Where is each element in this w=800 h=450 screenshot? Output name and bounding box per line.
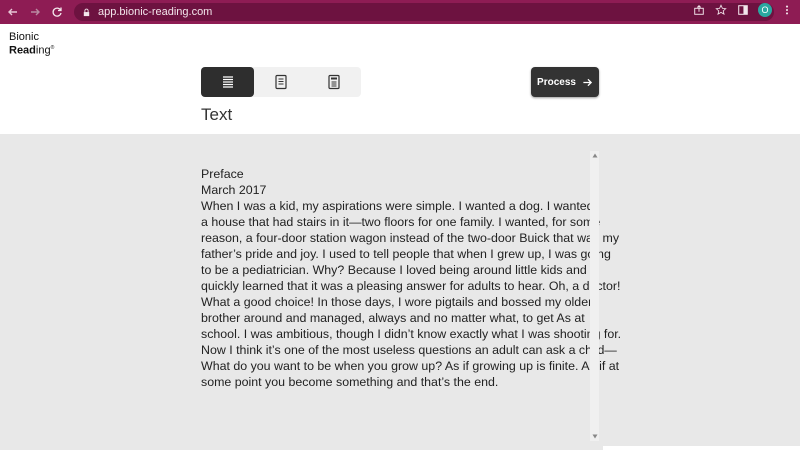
- caret-up-icon: [592, 153, 597, 158]
- file-view-icon: [327, 74, 340, 90]
- text-content[interactable]: Preface March 2017 When I was a kid, my as…: [201, 166, 622, 390]
- process-button[interactable]: Process: [531, 67, 599, 97]
- side-panel-icon[interactable]: [736, 3, 750, 17]
- document-view-icon: [274, 74, 287, 90]
- text-line: March 2017: [201, 183, 267, 197]
- scroll-up-arrow[interactable]: [590, 151, 599, 160]
- address-bar[interactable]: app.bionic-reading.com: [74, 3, 774, 21]
- logo-line-2: Reading®: [9, 43, 54, 57]
- text-line: brother around and managed, always and n…: [201, 311, 585, 325]
- logo-line-1: Bionic: [9, 31, 39, 43]
- back-button[interactable]: [4, 3, 22, 21]
- text-line: What do you want to be when you grow up?…: [201, 359, 620, 373]
- arrow-right-icon: [583, 78, 593, 86]
- registered-mark: ®: [50, 45, 55, 51]
- footer-strip: [603, 446, 800, 450]
- arrow-left-icon: [8, 8, 17, 16]
- profile-avatar[interactable]: O: [758, 3, 772, 17]
- view-mode-toggle: [201, 67, 361, 97]
- text-line: a house that had stairs in it—two floors…: [201, 215, 601, 229]
- text-line: father’s pride and joy. I used to tell p…: [201, 247, 611, 261]
- text-line: Preface: [201, 167, 244, 181]
- text-line: Now I think it’s one of the most useless…: [201, 343, 617, 357]
- lock-icon: [82, 7, 92, 17]
- forward-button[interactable]: [26, 3, 44, 21]
- reload-button[interactable]: [48, 3, 66, 21]
- text-line: school. I was ambitious, though I didn’t…: [201, 327, 622, 341]
- text-line: some point you become something and that…: [201, 375, 499, 389]
- text-line: quickly learned that it was a pleasing a…: [201, 279, 621, 293]
- text-line: What a good choice! In those days, I wor…: [201, 295, 593, 309]
- bookmark-star-icon[interactable]: [714, 3, 728, 17]
- scroll-down-arrow[interactable]: [590, 432, 599, 441]
- arrow-right-icon: [31, 8, 40, 16]
- document-view-button[interactable]: [254, 67, 307, 97]
- text-view-button[interactable]: [201, 67, 254, 97]
- text-view-icon: [222, 76, 233, 88]
- browser-toolbar: app.bionic-reading.com O: [0, 0, 800, 24]
- more-menu-icon[interactable]: [780, 3, 794, 17]
- text-line: When I was a kid, my aspirations were si…: [201, 199, 594, 213]
- bionic-reading-logo[interactable]: Bionic Reading®: [9, 32, 54, 57]
- process-button-label: Process: [537, 76, 576, 88]
- share-icon[interactable]: [692, 3, 706, 17]
- reload-icon: [52, 7, 62, 17]
- text-line: to be a pediatrician. Why? Because I lov…: [201, 263, 594, 277]
- file-view-button[interactable]: [307, 67, 360, 97]
- caret-down-icon: [592, 434, 597, 439]
- logo-bold-part: Read: [9, 44, 36, 57]
- text-line: reason, a four-door station wagon instea…: [201, 231, 620, 245]
- section-title: Text: [201, 105, 233, 124]
- scrollbar[interactable]: [590, 151, 599, 441]
- url-text: app.bionic-reading.com: [98, 6, 213, 18]
- logo-rest-part: ing: [35, 44, 51, 57]
- text-input-area[interactable]: Preface March 2017 When I was a kid, my as…: [0, 134, 800, 450]
